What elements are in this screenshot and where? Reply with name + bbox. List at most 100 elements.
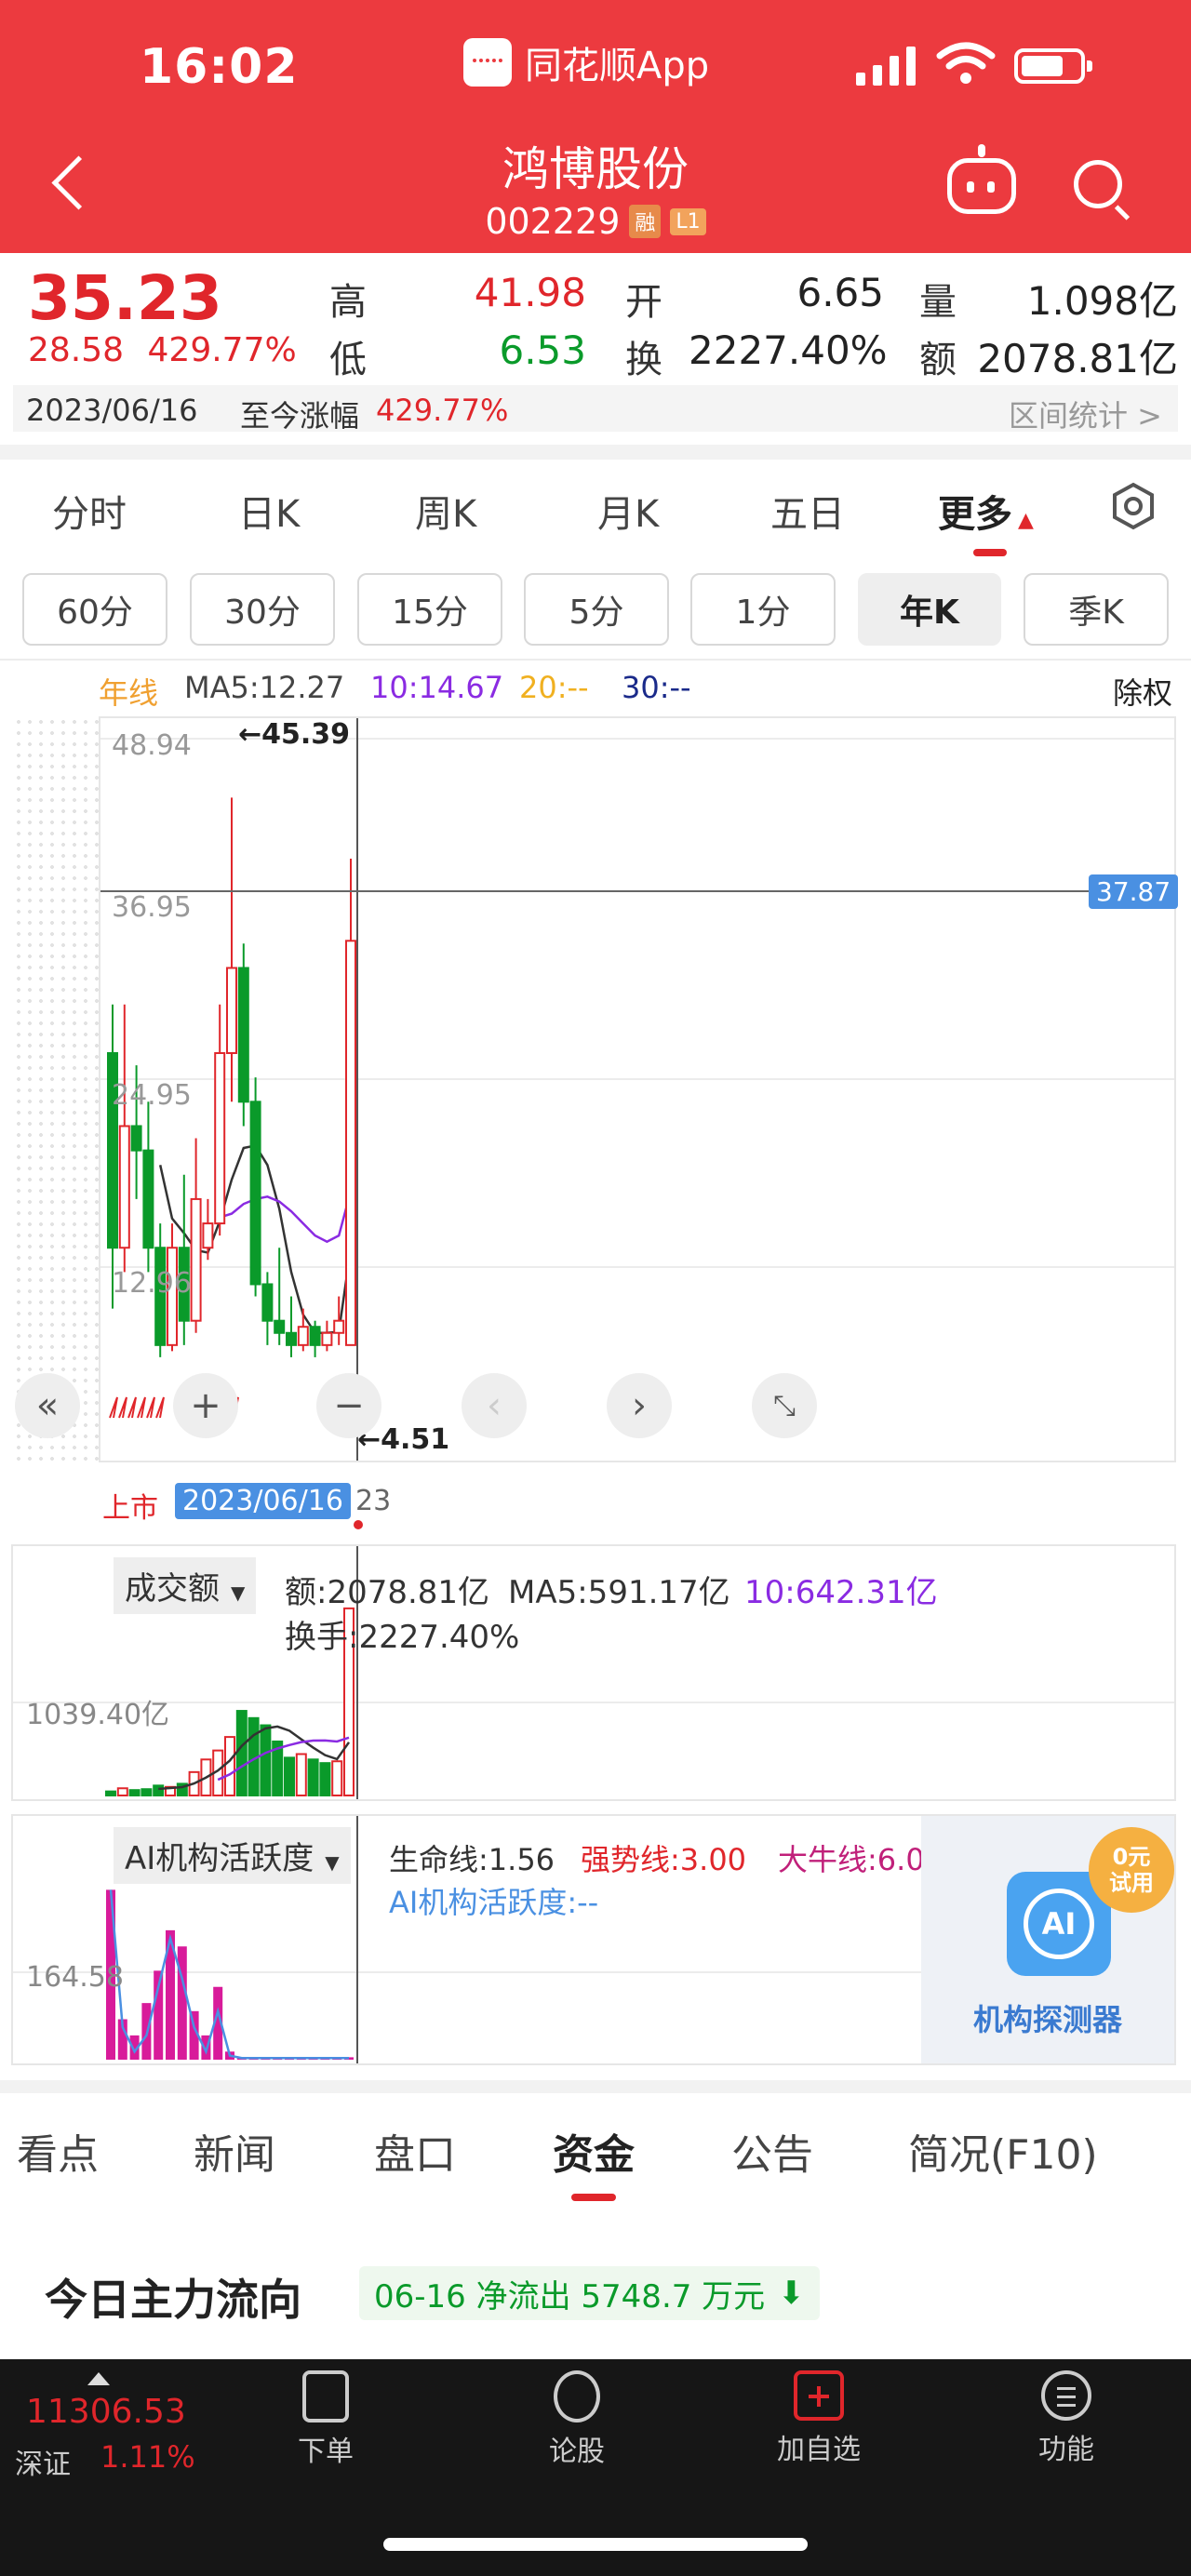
- status-app-name: 同花顺App: [463, 35, 709, 89]
- index-value[interactable]: 11306.53: [26, 2393, 186, 2431]
- tab-monthly-k[interactable]: 月K: [597, 484, 659, 538]
- dropdown-caret-icon: ▼: [231, 1582, 246, 1604]
- volume-ma10: 10:642.31亿: [744, 1574, 938, 1611]
- functions-button[interactable]: 功能: [973, 2370, 1159, 2467]
- zoom-in-icon[interactable]: +: [173, 1373, 238, 1438]
- tabs-separator: [0, 659, 1191, 661]
- status-time: 16:02: [140, 39, 299, 95]
- stock-code: 002229: [485, 201, 621, 242]
- volume-bar-4: [153, 1784, 165, 1797]
- ai-activity-panel[interactable]: AI机构活跃度 ▼ 生命线:1.56 强势线:3.00 大牛线:6.00 AI机构…: [11, 1814, 1176, 2065]
- ai-selector-label: AI机构活跃度: [125, 1840, 314, 1877]
- volume-label: 量: [919, 281, 957, 324]
- tab-capital[interactable]: 资金: [553, 2121, 635, 2181]
- event-marker-4: [146, 1396, 155, 1419]
- discuss-label: 论股: [549, 2436, 605, 2468]
- change-percent: 429.77%: [147, 331, 297, 369]
- volume-bar-1: [116, 1787, 128, 1797]
- subtab-1min[interactable]: 1分: [690, 573, 836, 646]
- candle-body-17: [309, 1326, 321, 1346]
- ex-rights-toggle[interactable]: 除权: [1113, 670, 1172, 713]
- event-marker-1: [118, 1396, 127, 1419]
- crosshair-price-tag: 37.87: [1089, 874, 1179, 909]
- event-marker-5: [155, 1396, 165, 1419]
- free-badge-line2: 试用: [1109, 1870, 1154, 1896]
- interval-info-bar[interactable]: 2023/06/16 至今涨幅 429.77% 区间统计 >: [13, 385, 1178, 435]
- tab-five-day[interactable]: 五日: [770, 484, 845, 538]
- price-change: 28.58 429.77%: [28, 331, 297, 369]
- volume-bar-16: [295, 1753, 307, 1797]
- tab-daily-k[interactable]: 日K: [238, 484, 300, 538]
- tab-profile-f10[interactable]: 简况(F10): [908, 2121, 1098, 2181]
- ai-y-label: 164.58: [26, 1961, 124, 1994]
- ma10-value: 10:14.67: [370, 670, 504, 705]
- volume-indicator-dropdown[interactable]: 成交额 ▼: [114, 1557, 257, 1614]
- subtab-yearly-k[interactable]: 年K: [858, 573, 1001, 646]
- section-divider-2: [0, 2080, 1191, 2093]
- candle-body-18: [321, 1331, 333, 1346]
- discuss-button[interactable]: 论股: [484, 2370, 670, 2469]
- robot-assistant-icon[interactable]: [947, 144, 1016, 214]
- order-label: 下单: [298, 2436, 354, 2468]
- turnover-value: 2227.40%: [689, 327, 888, 373]
- low-value: 6.53: [499, 327, 586, 373]
- subtab-30min[interactable]: 30分: [190, 573, 335, 646]
- settings-hexagon-icon[interactable]: [1109, 482, 1158, 530]
- subtab-15min[interactable]: 15分: [357, 573, 502, 646]
- scroll-left-icon[interactable]: «: [15, 1373, 80, 1438]
- ma30-value: 30:--: [622, 670, 691, 705]
- volume-bar-10: [224, 1736, 235, 1796]
- tab-order-book[interactable]: 盘口: [374, 2121, 456, 2181]
- prev-icon[interactable]: ‹: [462, 1373, 527, 1438]
- volume-bar-19: [331, 1760, 343, 1797]
- high-marker: ←45.39: [238, 718, 351, 751]
- candle-body-13: [261, 1283, 274, 1322]
- index-name: 深证: [15, 2449, 71, 2481]
- order-button[interactable]: 下单: [233, 2370, 419, 2469]
- subtab-5min[interactable]: 5分: [524, 573, 669, 646]
- candle-body-20: [345, 940, 356, 1346]
- ma-period-name: 年线: [99, 675, 159, 711]
- event-marker-0: [109, 1396, 118, 1419]
- tab-announcements[interactable]: 公告: [731, 2121, 813, 2181]
- candle-body-8: [202, 1222, 214, 1249]
- add-watchlist-button[interactable]: 加自选: [726, 2370, 912, 2467]
- event-marker-3: [137, 1396, 146, 1419]
- volume-bar-3: [141, 1788, 153, 1796]
- wifi-icon: [936, 42, 996, 84]
- high-label: 高: [329, 281, 367, 324]
- functions-label: 功能: [1038, 2434, 1094, 2466]
- candlestick-chart[interactable]: 48.94 36.95 24.95 12.96 ←45.39 ←4.51 37.…: [99, 716, 1179, 1462]
- subtab-60min[interactable]: 60分: [22, 573, 167, 646]
- tab-intraday[interactable]: 分时: [52, 484, 127, 538]
- margin-badge: 融: [629, 205, 662, 238]
- amount-label: 额: [919, 339, 957, 381]
- fullscreen-icon[interactable]: ⤡: [752, 1373, 817, 1438]
- volume-turnover: 换手:2227.40%: [285, 1619, 520, 1656]
- institution-detector-promo[interactable]: AI 0元 试用 机构探测器: [921, 1816, 1174, 2063]
- candle-body-9: [214, 1052, 226, 1225]
- bull-line: 大牛线:6.00: [778, 1842, 944, 1877]
- candle-body-16: [297, 1326, 309, 1346]
- ma5-value: MA5:12.27: [184, 670, 345, 705]
- tab-active-underline: [973, 549, 1007, 556]
- y-label-2: 36.95: [112, 891, 192, 924]
- interval-stats-link[interactable]: 区间统计 >: [1009, 393, 1162, 435]
- discuss-star-icon: [554, 2370, 600, 2423]
- promo-title: 机构探测器: [972, 2002, 1122, 2037]
- ai-indicator-dropdown[interactable]: AI机构活跃度 ▼: [114, 1827, 351, 1884]
- volume-bar-15: [284, 1756, 295, 1797]
- search-icon[interactable]: [1074, 160, 1122, 208]
- dropdown-caret-icon: ▼: [325, 1851, 340, 1874]
- next-icon[interactable]: ›: [607, 1373, 672, 1438]
- tab-weekly-k[interactable]: 周K: [415, 484, 476, 538]
- since-percent: 429.77%: [376, 393, 509, 428]
- zoom-out-icon[interactable]: −: [316, 1373, 381, 1438]
- subtab-quarterly-k[interactable]: 季K: [1024, 573, 1169, 646]
- app-header: 16:02 同花顺App 鸿博股份 002229 融 L1: [0, 0, 1191, 253]
- tab-news[interactable]: 新闻: [194, 2121, 275, 2181]
- tab-highlights[interactable]: 看点: [17, 2121, 99, 2181]
- tab-more[interactable]: 更多 ▲: [938, 484, 1034, 538]
- volume-panel[interactable]: 成交额 ▼ 额:2078.81亿 MA5:591.17亿 10:642.31亿 换…: [11, 1544, 1176, 1801]
- candle-body-3: [142, 1149, 154, 1249]
